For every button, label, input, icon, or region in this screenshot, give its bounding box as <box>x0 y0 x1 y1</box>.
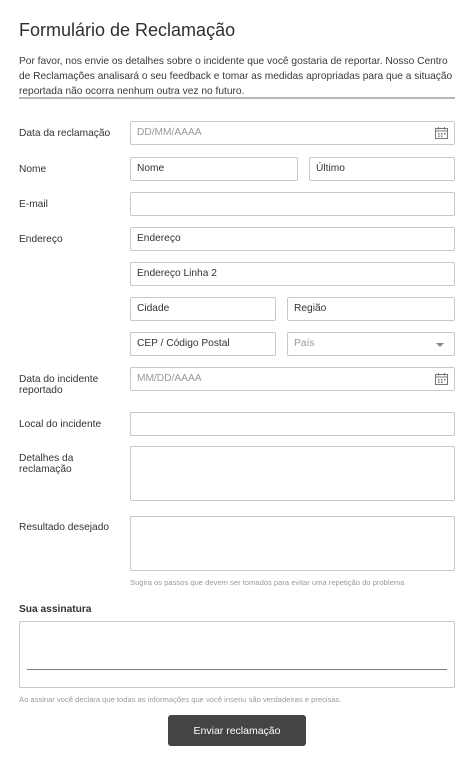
region-placeholder: Região <box>294 303 327 314</box>
form-title: Formulário de Reclamação <box>19 20 236 40</box>
calendar-icon[interactable] <box>435 373 448 385</box>
details-label: Detalhes da reclamação <box>19 453 74 475</box>
form-intro: Por favor, nos envie os detalhes sobre o… <box>19 56 453 97</box>
complaint-date-input[interactable]: DD/MM/AAAA <box>130 121 455 145</box>
first-name-input[interactable]: Nome <box>130 157 298 181</box>
first-name-placeholder: Nome <box>137 163 165 174</box>
last-name-placeholder: Último <box>316 163 345 174</box>
incident-date-input[interactable]: MM/DD/AAAA <box>130 367 455 391</box>
address-line1-input[interactable]: Endereço <box>130 227 455 251</box>
incident-date-placeholder: MM/DD/AAAA <box>137 373 202 384</box>
city-input[interactable]: Cidade <box>130 297 276 321</box>
desired-outcome-hint: Sugira os passos que devem ser tomados p… <box>130 578 405 587</box>
address-label: Endereço <box>19 234 63 245</box>
incident-location-input[interactable] <box>130 412 455 436</box>
signature-pad[interactable] <box>19 621 455 688</box>
email-input[interactable] <box>130 192 455 216</box>
address-line1-placeholder: Endereço <box>137 233 181 244</box>
postal-code-placeholder: CEP / Código Postal <box>137 338 230 349</box>
city-placeholder: Cidade <box>137 303 170 314</box>
name-label: Nome <box>19 164 47 175</box>
details-textarea[interactable] <box>130 446 455 501</box>
address-line2-placeholder: Endereço Linha 2 <box>137 268 217 279</box>
complaint-date-placeholder: DD/MM/AAAA <box>137 127 202 138</box>
country-placeholder: País <box>294 338 315 349</box>
country-select[interactable]: País <box>287 332 455 356</box>
desired-outcome-textarea[interactable] <box>130 516 455 571</box>
address-line2-input[interactable]: Endereço Linha 2 <box>130 262 455 286</box>
email-label: E-mail <box>19 199 48 210</box>
incident-location-label: Local do incidente <box>19 419 102 430</box>
region-input[interactable]: Região <box>287 297 455 321</box>
header-divider <box>19 97 455 99</box>
complaint-date-label: Data da reclamação <box>19 128 111 139</box>
last-name-input[interactable]: Último <box>309 157 455 181</box>
signature-disclaimer: Ao assinar você declara que todas as inf… <box>19 695 342 704</box>
chevron-down-icon <box>436 343 444 347</box>
signature-line <box>27 669 447 670</box>
postal-code-input[interactable]: CEP / Código Postal <box>130 332 276 356</box>
desired-outcome-label: Resultado desejado <box>19 522 110 533</box>
signature-label: Sua assinatura <box>19 604 92 615</box>
submit-button[interactable]: Enviar reclamação <box>168 715 306 746</box>
calendar-icon[interactable] <box>435 127 448 139</box>
incident-date-label: Data do incidente reportado <box>19 374 99 396</box>
